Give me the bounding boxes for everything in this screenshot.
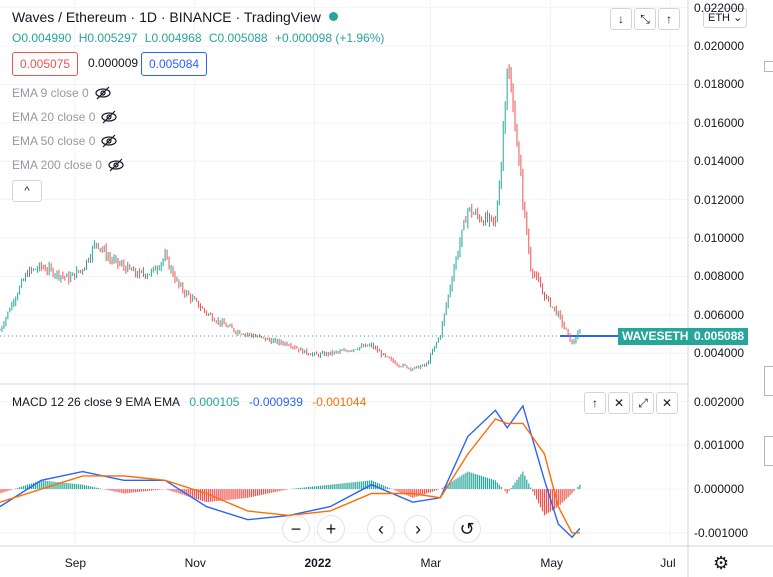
- reset-icon: ↺: [459, 519, 475, 539]
- scroll-right-button[interactable]: ›: [405, 516, 431, 542]
- time-axis-label: Jul: [660, 556, 676, 570]
- time-axis-label: May: [540, 556, 564, 570]
- time-axis-label: Nov: [184, 556, 206, 570]
- ohlc-close: C0.005088: [208, 31, 268, 45]
- zoom-in-button[interactable]: +: [318, 516, 344, 542]
- ohlc-change: +0.000098 (+1.96%): [274, 31, 385, 45]
- price-axis-label: 0.018000: [694, 77, 745, 92]
- time-axis-label: 2022: [304, 556, 332, 570]
- signal-line: [0, 418, 580, 534]
- hidden-eye-icon[interactable]: [108, 158, 124, 172]
- ema-200-indicator[interactable]: EMA 200 close 0: [12, 158, 124, 172]
- ema-20-indicator[interactable]: EMA 20 close 0: [12, 110, 117, 124]
- scroll-left-button[interactable]: ‹: [368, 516, 394, 542]
- macd-line-value: -0.000939: [248, 395, 303, 409]
- macd-axis-label: 0.000000: [694, 482, 745, 497]
- move-down-button[interactable]: ↓: [610, 8, 632, 30]
- ema-label: EMA 50 close 0: [12, 134, 96, 148]
- minus-icon: −: [290, 519, 302, 539]
- edge-handle[interactable]: [764, 366, 773, 396]
- ohlc-low: L0.004968: [144, 31, 202, 45]
- ema-50-indicator[interactable]: EMA 50 close 0: [12, 134, 117, 148]
- ema-label: EMA 9 close 0: [12, 86, 89, 100]
- price-axis-label: 0.022000: [694, 0, 745, 15]
- expand-icon: ⤢: [638, 396, 648, 410]
- ema-9-indicator[interactable]: EMA 9 close 0: [12, 86, 111, 100]
- chevron-left-icon: ‹: [378, 519, 384, 539]
- arrow-down-icon: ↓: [618, 12, 624, 26]
- macd-close-button[interactable]: ✕: [656, 392, 678, 414]
- macd-maximize-button[interactable]: ⤢: [632, 392, 654, 414]
- reset-chart-button[interactable]: ↺: [454, 516, 480, 542]
- close-icon: ✕: [613, 396, 625, 410]
- macd-move-up-button[interactable]: ↑: [584, 392, 606, 414]
- market-status-icon: [328, 12, 338, 21]
- macd-title: MACD 12 26 close 9 EMA EMA: [12, 395, 181, 409]
- price-axis-label: 0.004000: [694, 346, 745, 361]
- chevron-up-icon: ^: [24, 185, 30, 197]
- maximize-pane-button[interactable]: ⤡: [634, 8, 656, 30]
- ema-label: EMA 200 close 0: [12, 158, 103, 172]
- expand-icon: ⤡: [640, 12, 650, 26]
- edge-handle[interactable]: [764, 436, 773, 466]
- price-axis-label: 0.010000: [694, 231, 745, 246]
- time-axis-label: Mar: [420, 556, 442, 570]
- spread-value: 0.000009: [84, 52, 143, 74]
- hidden-eye-icon[interactable]: [101, 110, 117, 124]
- hidden-eye-icon[interactable]: [101, 134, 117, 148]
- arrow-up-icon: ↑: [666, 12, 672, 26]
- move-up-button[interactable]: ↑: [658, 8, 680, 30]
- macd-hist-value: 0.000105: [189, 395, 240, 409]
- chevron-right-icon: ›: [415, 519, 421, 539]
- last-price-tag: 0.005088: [690, 328, 749, 345]
- time-axis-label: Sep: [64, 556, 87, 570]
- hidden-eye-icon[interactable]: [95, 86, 111, 100]
- buy-price-box[interactable]: 0.005084: [141, 52, 208, 76]
- macd-grid: [0, 401, 688, 534]
- ohlc-high: H0.005297: [78, 31, 138, 45]
- macd-axis-label: 0.002000: [694, 394, 745, 409]
- sell-price-box[interactable]: 0.005075: [12, 52, 79, 76]
- price-axis-label: 0.014000: [694, 154, 745, 169]
- macd-axis-label: 0.001000: [694, 438, 745, 453]
- price-axis-label: 0.016000: [694, 115, 745, 130]
- price-axis-label: 0.006000: [694, 307, 745, 322]
- chart-header: Waves / Ethereum · 1D · BINANCE · Tradin…: [12, 9, 338, 25]
- close-icon: ✕: [661, 396, 673, 410]
- macd-signal-value: -0.001044: [312, 395, 367, 409]
- chart-canvas[interactable]: [0, 0, 773, 577]
- macd-legend[interactable]: MACD 12 26 close 9 EMA EMA 0.000105 -0.0…: [12, 395, 372, 409]
- price-axis-label: 0.020000: [694, 39, 745, 54]
- macd-histogram: [0, 471, 581, 516]
- settings-gear-icon[interactable]: ⚙: [713, 553, 729, 574]
- ema-label: EMA 20 close 0: [12, 110, 96, 124]
- zoom-out-button[interactable]: −: [283, 516, 309, 542]
- arrow-up-icon: ↑: [592, 396, 598, 410]
- collapse-legend-button[interactable]: ^: [12, 180, 42, 202]
- macd-axis-label: -0.001000: [694, 525, 749, 540]
- price-grid: [0, 0, 688, 546]
- ohlc-values: O0.004990 H0.005297 L0.004968 C0.005088 …: [12, 31, 388, 45]
- macd-remove-button[interactable]: ✕: [608, 392, 630, 414]
- price-axis-label: 0.008000: [694, 269, 745, 284]
- symbol-title[interactable]: Waves / Ethereum · 1D · BINANCE · Tradin…: [12, 9, 321, 25]
- plus-icon: +: [325, 519, 337, 539]
- price-axis-label: 0.012000: [694, 192, 745, 207]
- edge-handle[interactable]: [764, 61, 773, 72]
- symbol-price-tag: WAVESETH: [618, 328, 693, 345]
- ohlc-open: O0.004990: [12, 31, 72, 45]
